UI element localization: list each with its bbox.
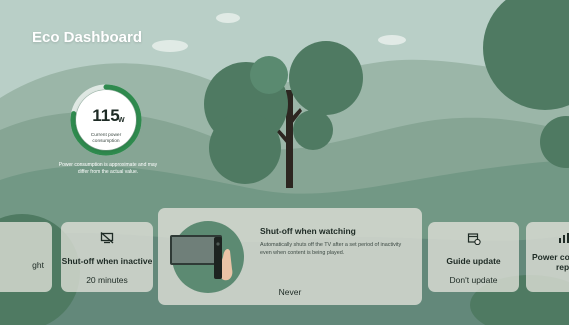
page-title: Eco Dashboard (32, 29, 143, 46)
card-watching-description: Automatically shuts off the TV after a s… (260, 242, 402, 256)
monitor-off-icon (100, 232, 114, 244)
card-watching-title: Shut-off when watching (260, 226, 356, 236)
card-report-title: Power cons (532, 252, 569, 262)
power-label: Current power consumption (90, 133, 122, 144)
card-shutoff-watching[interactable]: Shut-off when watching Automatically shu… (158, 208, 422, 305)
bar-chart-icon (559, 233, 569, 243)
card-inactive-value: 20 minutes (86, 275, 128, 285)
calendar-sync-icon (467, 233, 481, 245)
card-power-report[interactable]: Power cons rep (526, 222, 569, 292)
card-partial-left-text: ght (32, 260, 44, 270)
card-guide-update[interactable]: Guide update Don't update (428, 222, 519, 292)
card-guide-value: Don't update (449, 275, 498, 285)
power-value: 115 (92, 106, 120, 125)
power-gauge: 115 W Current power consumption (70, 84, 142, 156)
card-partial-left[interactable]: ght (0, 222, 52, 292)
card-report-title-line2: rep (556, 262, 569, 272)
card-guide-title: Guide update (446, 256, 501, 266)
card-inactive-title: Shut-off when inactive (61, 256, 153, 266)
tv-remote-illustration-icon (170, 221, 244, 293)
card-shutoff-inactive[interactable]: Shut-off when inactive 20 minutes (61, 222, 153, 292)
power-unit: W (118, 117, 125, 124)
card-watching-value: Never (278, 287, 302, 297)
power-disclaimer: Power consumption is approximate and may… (58, 162, 158, 175)
